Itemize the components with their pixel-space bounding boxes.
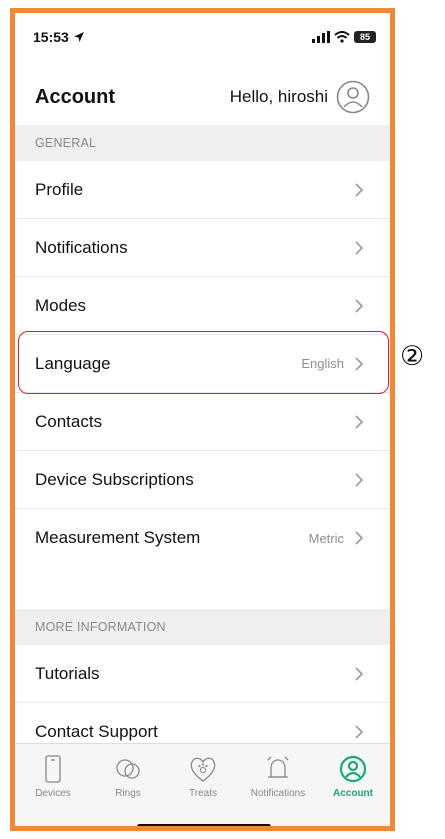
section-header-general: GENERAL <box>15 125 390 161</box>
status-time: 15:53 <box>33 29 85 45</box>
row-label: Language <box>35 353 111 373</box>
page-title: Account <box>35 85 115 108</box>
bell-icon <box>267 756 289 778</box>
settings-row-device-subscriptions[interactable]: Device Subscriptions <box>15 451 390 509</box>
settings-row-notifications[interactable]: Notifications <box>15 219 390 277</box>
battery-icon: 85 <box>354 31 376 43</box>
tab-bar: Devices Rings Treats Notifications Accou… <box>15 743 390 826</box>
row-label: Tutorials <box>35 663 100 683</box>
tab-rings[interactable]: Rings <box>93 754 163 810</box>
account-icon <box>339 755 367 783</box>
tab-treats[interactable]: Treats <box>168 754 238 810</box>
chevron-right-icon <box>355 725 364 739</box>
wifi-icon <box>334 31 350 43</box>
chevron-right-icon <box>355 240 364 255</box>
chevron-right-icon <box>355 356 364 371</box>
settings-row-contacts[interactable]: Contacts <box>15 393 390 451</box>
settings-row-profile[interactable]: Profile <box>15 161 390 219</box>
settings-row-measurement-system[interactable]: Measurement System Metric <box>15 509 390 567</box>
step-marker: ② <box>400 341 425 372</box>
tab-label: Rings <box>115 788 141 799</box>
home-indicator <box>137 824 271 826</box>
phone-icon <box>45 755 61 783</box>
settings-row-language[interactable]: Language English <box>15 335 390 393</box>
settings-row-modes[interactable]: Modes <box>15 277 390 335</box>
page-header: Account Hello, hiroshi <box>15 69 390 125</box>
chevron-right-icon <box>355 298 364 313</box>
heart-paw-icon <box>190 757 216 782</box>
chevron-right-icon <box>355 531 364 545</box>
status-bar: 15:53 85 <box>15 13 390 61</box>
row-label: Device Subscriptions <box>35 469 194 489</box>
row-label: Contact Support <box>35 722 158 741</box>
chevron-right-icon <box>355 472 364 487</box>
chevron-right-icon <box>355 414 364 429</box>
phone-frame: 15:53 85 Account Hello, hiroshi GENERAL … <box>10 8 395 831</box>
row-label: Measurement System <box>35 528 201 547</box>
row-label: Contacts <box>35 411 103 431</box>
location-arrow-icon <box>73 32 84 42</box>
row-label: Profile <box>35 179 84 199</box>
row-label: Modes <box>35 295 87 315</box>
row-label: Notifications <box>35 237 128 257</box>
tab-label: Treats <box>189 788 217 799</box>
tab-label: Devices <box>35 788 71 799</box>
user-greeting-area[interactable]: Hello, hiroshi <box>230 80 370 114</box>
tab-account[interactable]: Account <box>318 754 388 810</box>
tab-label: Account <box>333 788 373 799</box>
tab-notifications[interactable]: Notifications <box>243 754 313 810</box>
chevron-right-icon <box>355 182 364 197</box>
tab-devices[interactable]: Devices <box>18 754 88 810</box>
language-value: English <box>301 356 344 371</box>
section-header-more-information: MORE INFORMATION <box>15 609 390 645</box>
rings-icon <box>116 759 140 779</box>
avatar-icon[interactable] <box>336 80 370 114</box>
measurement-value: Metric <box>308 530 344 546</box>
chevron-right-icon <box>355 666 364 681</box>
status-icons: 85 <box>312 31 376 43</box>
signal-icon <box>312 31 330 43</box>
settings-row-tutorials[interactable]: Tutorials <box>15 645 390 703</box>
greeting-text: Hello, hiroshi <box>229 87 328 106</box>
time-text: 15:53 <box>33 29 69 45</box>
tab-label: Notifications <box>250 788 306 799</box>
